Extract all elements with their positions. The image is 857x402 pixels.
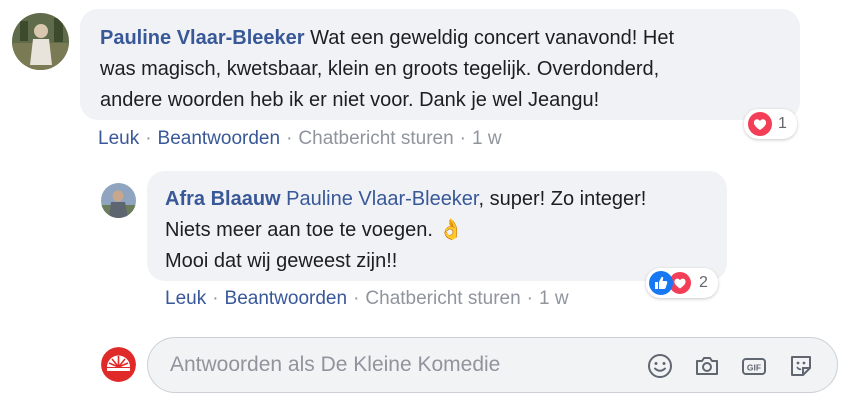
reply-avatar[interactable] (101, 183, 136, 218)
send-message-link[interactable]: Chatbericht sturen (365, 288, 520, 309)
reply-actions: Leuk · Beantwoorden · Chatbericht sturen · 1 w (165, 288, 569, 309)
reply-input-placeholder: Antwoorden als De Kleine Komedie (170, 353, 501, 376)
comment-timestamp[interactable]: 1 w (472, 128, 502, 149)
comment-text-line-2: was magisch, kwetsbaar, klein en groots … (100, 58, 660, 80)
composer-icons: GIF (646, 352, 815, 380)
heart-love-icon (748, 112, 772, 136)
ok-hand-emoji: 👌 (438, 219, 464, 241)
comment-bubble: Pauline Vlaar-Bleeker Wat een geweldig c… (80, 9, 800, 120)
reply-timestamp[interactable]: 1 w (539, 288, 569, 309)
comment-text-line-3: andere woorden heb ik er niet voor. Dank… (100, 89, 600, 111)
reply-link[interactable]: Beantwoorden (225, 288, 348, 309)
like-link[interactable]: Leuk (165, 288, 206, 309)
send-message-link[interactable]: Chatbericht sturen (298, 128, 453, 149)
reply-link[interactable]: Beantwoorden (158, 128, 281, 149)
reply-reactions[interactable]: 2 (646, 268, 718, 298)
commenter-avatar[interactable] (12, 13, 69, 70)
svg-text:GIF: GIF (747, 363, 761, 373)
emoji-smiley-icon[interactable] (646, 352, 674, 380)
reply-text-line-3: Mooi dat wij geweest zijn!! (165, 250, 398, 272)
reply-bubble: Afra Blaauw Pauline Vlaar-Bleeker, super… (147, 171, 727, 281)
gif-icon[interactable]: GIF (740, 352, 768, 380)
sticker-icon[interactable] (787, 352, 815, 380)
page-avatar (101, 347, 136, 382)
reply-text-line-1: , super! Zo integer! (478, 188, 647, 210)
like-link[interactable]: Leuk (98, 128, 139, 149)
reply-reaction-count: 2 (699, 274, 708, 291)
like-thumb-icon (649, 271, 673, 295)
comment-actions: Leuk · Beantwoorden · Chatbericht sturen · 1 w (98, 128, 502, 149)
camera-icon[interactable] (693, 352, 721, 380)
comment-reactions[interactable]: 1 (744, 109, 797, 139)
comment-text-line-1: Wat een geweldig concert vanavond! Het (310, 27, 675, 49)
reply-input[interactable]: Antwoorden als De Kleine Komedie GIF (147, 337, 838, 393)
reply-mention[interactable]: Pauline Vlaar-Bleeker (286, 188, 478, 210)
comment-author[interactable]: Pauline Vlaar-Bleeker (100, 27, 305, 49)
comment-reaction-count: 1 (778, 115, 787, 132)
reply-text-line-2: Niets meer aan toe te voegen. (165, 219, 439, 241)
reply-author[interactable]: Afra Blaauw (165, 188, 281, 210)
